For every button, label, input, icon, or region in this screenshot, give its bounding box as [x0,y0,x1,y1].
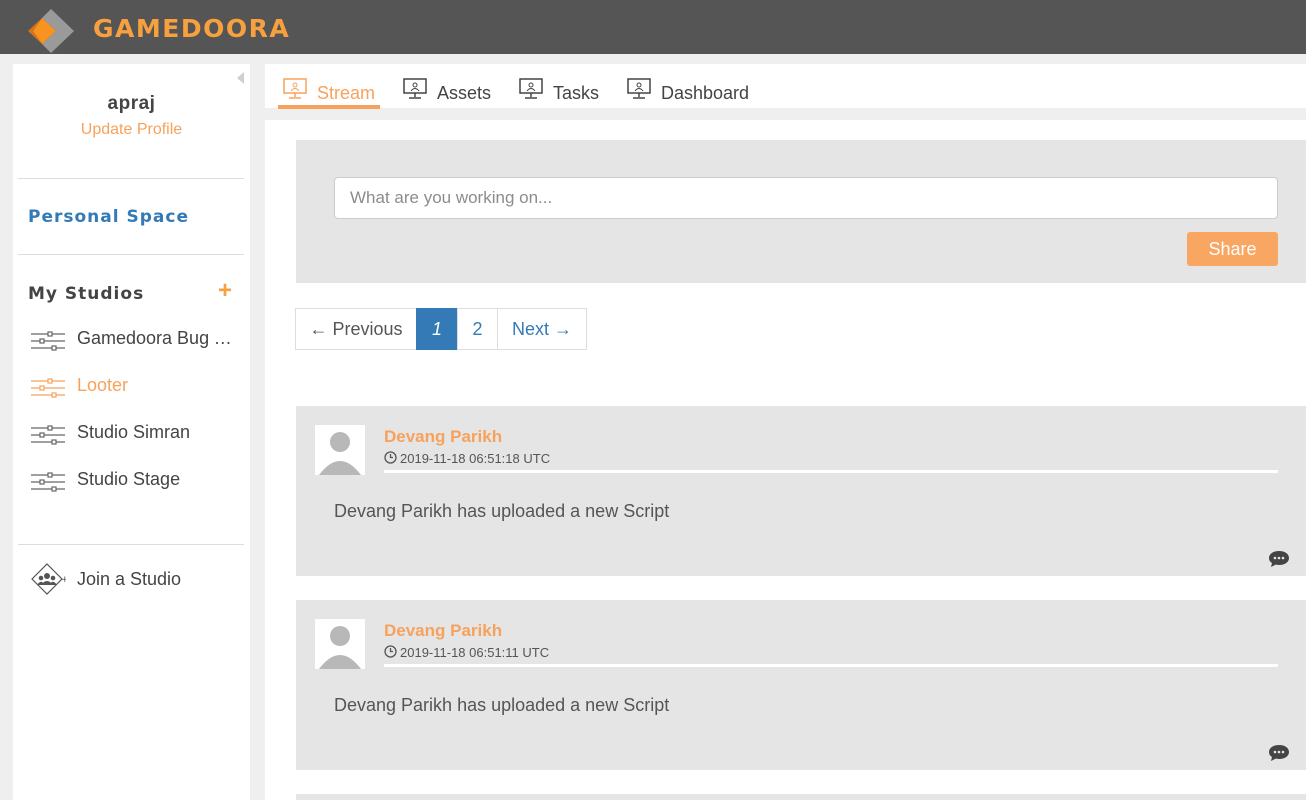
monitor-icon [403,78,427,99]
brand-name[interactable]: GAMEDOORA [93,14,290,43]
divider [18,544,244,545]
join-studio-button[interactable]: + Join a Studio [30,563,240,597]
sliders-icon [31,425,65,445]
monitor-icon [627,78,651,99]
sidebar: apraj Update Profile Personal Space My S… [13,64,250,800]
studio-item[interactable]: Studio Stage [30,467,240,495]
studio-item[interactable]: Studio Simran [30,420,240,448]
divider [18,254,244,255]
username: apraj [107,93,156,114]
divider [384,470,1278,473]
stream-post: Devang Parikh 2019-11-18 06:51:11 UTC De… [296,600,1306,770]
tab-label: Tasks [553,83,600,103]
clock-icon [384,645,397,658]
avatar[interactable] [315,425,365,475]
clock-icon [384,451,397,464]
post-text: Devang Parikh has uploaded a new Script [334,695,670,715]
studio-label: Looter [77,375,129,395]
share-button[interactable]: Share [1187,232,1278,266]
join-group-icon: + [31,563,66,595]
monitor-icon [519,78,543,99]
previous-page-button[interactable]: ← Previous [295,308,417,350]
comment-icon[interactable] [1268,743,1290,763]
divider [18,178,244,179]
top-bar: GAMEDOORA [0,0,1306,54]
studio-label: Gamedoora Bug Tracker [77,328,233,348]
pagination: ← Previous 1 2 Next → [295,308,587,350]
page-1-button[interactable]: 1 [416,308,458,350]
sliders-icon [31,378,65,398]
compose-box: Share [296,140,1306,283]
active-tab-indicator [278,105,380,109]
status-input[interactable] [334,177,1278,219]
avatar[interactable] [315,619,365,669]
post-timestamp: 2019-11-18 06:51:11 UTC [400,645,550,660]
post-author[interactable]: Devang Parikh [384,427,502,447]
post-text: Devang Parikh has uploaded a new Script [334,501,670,521]
studio-label: Studio Simran [77,422,191,442]
sliders-icon [31,472,65,492]
stream-post: Devang Parikh 2019-11-18 06:51:18 UTC De… [296,406,1306,576]
tab-label: Stream [317,83,376,103]
page-2-button[interactable]: 2 [457,308,498,350]
sliders-icon [31,331,65,351]
post-timestamp: 2019-11-18 06:51:18 UTC [400,451,551,466]
stream-panel: Share ← Previous 1 2 Next → Devang Parik… [265,120,1306,800]
studio-label: Studio Stage [77,469,181,489]
join-studio-label: Join a Studio [77,569,182,589]
studio-item[interactable]: Looter [30,373,240,401]
personal-space-link[interactable]: Personal Space [28,207,189,227]
add-studio-button[interactable]: + [218,279,232,303]
update-profile-link[interactable]: Update Profile [13,121,250,139]
svg-text:+: + [61,575,66,585]
collapse-sidebar-icon[interactable] [237,72,244,84]
tab-label: Dashboard [661,83,750,103]
tab-bar: Stream Assets Tasks Dashboard [265,64,1306,109]
my-studios-heading: My Studios [28,284,145,304]
comment-icon[interactable] [1268,549,1290,569]
stream-post [296,794,1306,800]
next-page-button[interactable]: Next → [497,308,587,350]
post-author[interactable]: Devang Parikh [384,621,502,641]
monitor-icon [283,78,307,99]
tab-label: Assets [437,83,492,103]
gamedoora-logo-icon[interactable] [28,9,74,53]
studio-item[interactable]: Gamedoora Bug Tracker [30,326,240,354]
divider [384,664,1278,667]
